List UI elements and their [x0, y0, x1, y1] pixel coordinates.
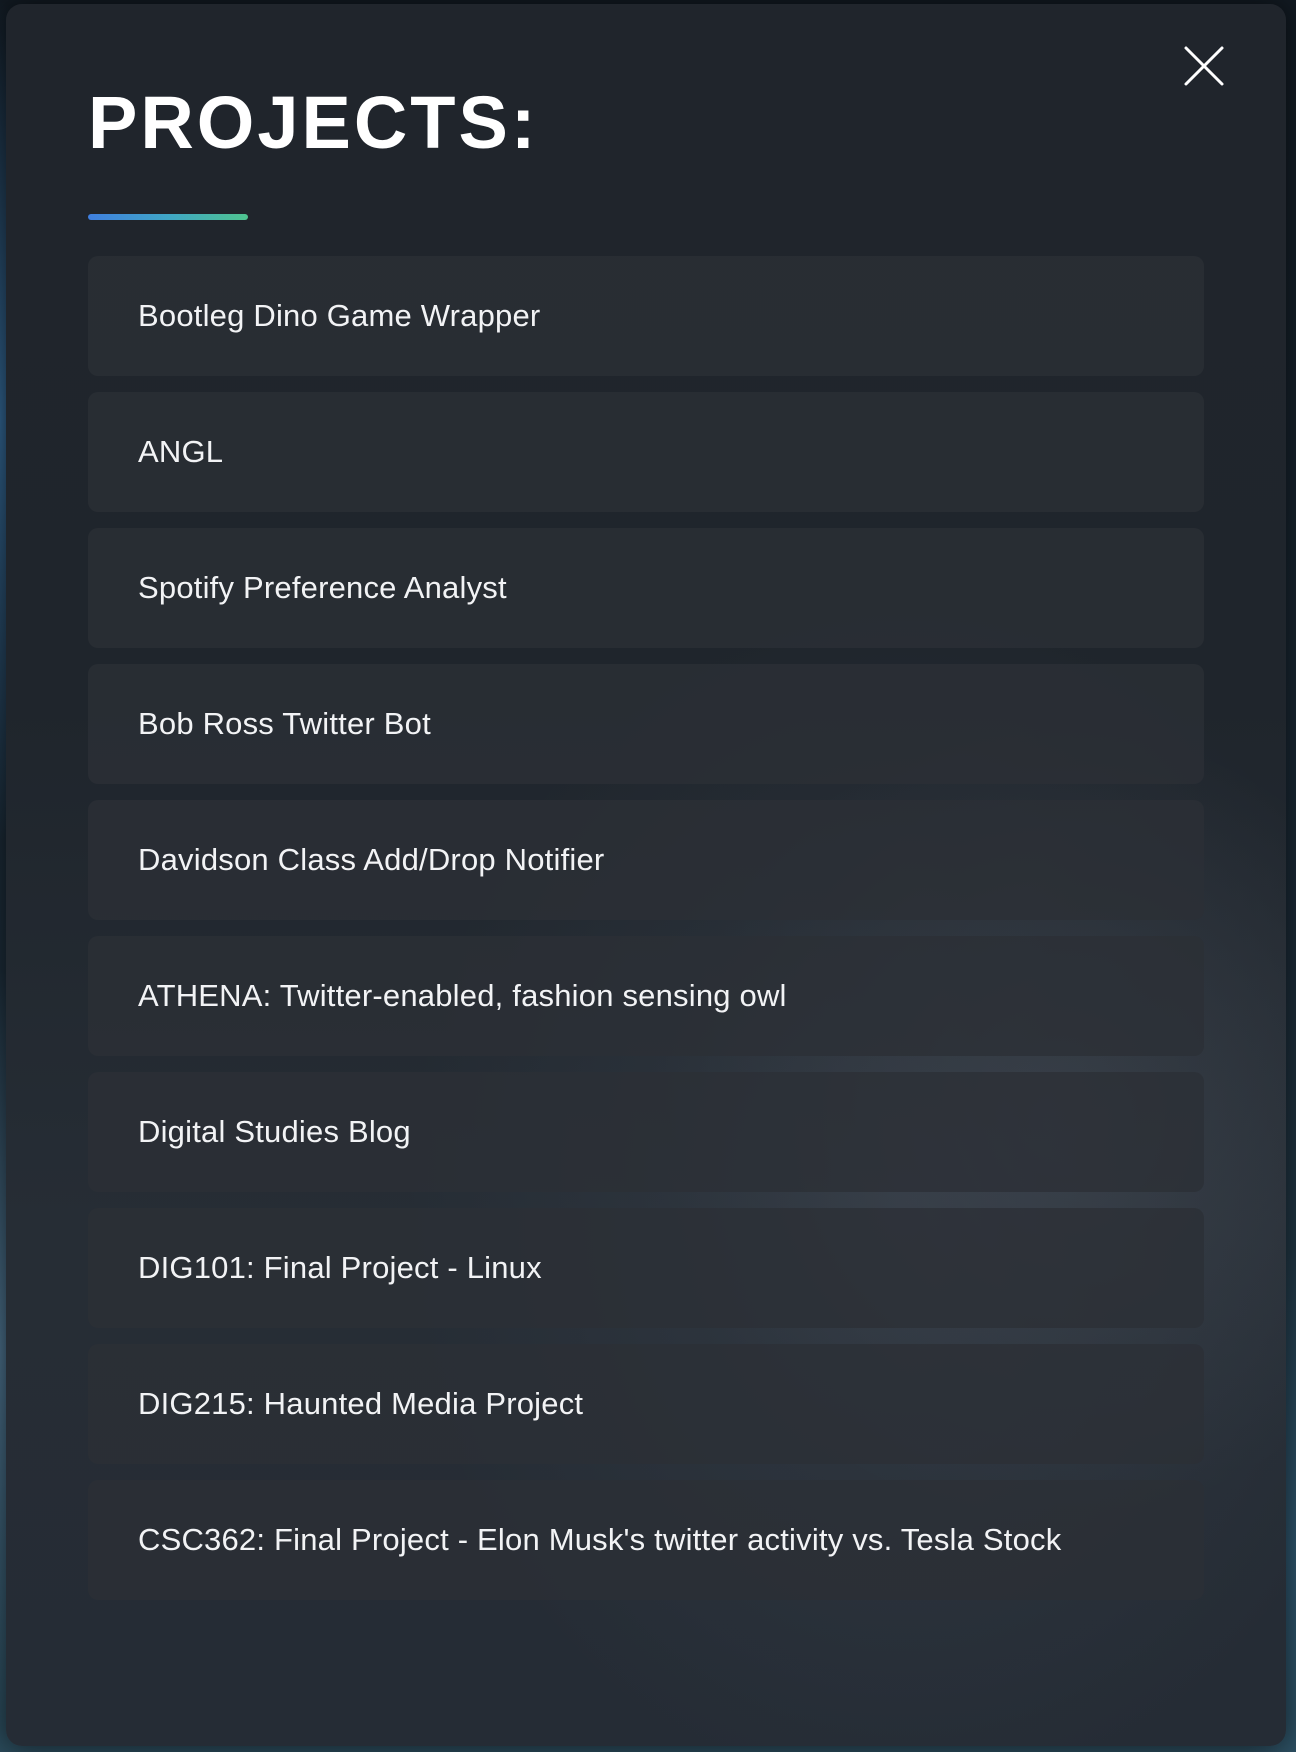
close-icon: [1184, 46, 1224, 86]
project-item-athena[interactable]: ATHENA: Twitter-enabled, fashion sensing…: [88, 936, 1204, 1056]
close-button[interactable]: [1182, 44, 1226, 88]
project-item-bootleg-dino-game-wrapper[interactable]: Bootleg Dino Game Wrapper: [88, 256, 1204, 376]
project-item-label: ATHENA: Twitter-enabled, fashion sensing…: [138, 978, 787, 1013]
project-list: Bootleg Dino Game Wrapper ANGL Spotify P…: [88, 256, 1204, 1616]
page-title: PROJECTS:: [88, 81, 539, 164]
project-item-dig101[interactable]: DIG101: Final Project - Linux: [88, 1208, 1204, 1328]
project-item-angl[interactable]: ANGL: [88, 392, 1204, 512]
project-item-bob-ross-twitter-bot[interactable]: Bob Ross Twitter Bot: [88, 664, 1204, 784]
project-item-label: Digital Studies Blog: [138, 1114, 411, 1149]
title-underline: [88, 214, 248, 220]
project-item-label: Davidson Class Add/Drop Notifier: [138, 842, 605, 877]
project-item-label: Bootleg Dino Game Wrapper: [138, 298, 541, 333]
project-item-label: ANGL: [138, 434, 224, 469]
projects-modal: PROJECTS: Bootleg Dino Game Wrapper ANGL…: [6, 4, 1286, 1746]
project-item-label: DIG101: Final Project - Linux: [138, 1250, 542, 1285]
project-item-label: Spotify Preference Analyst: [138, 570, 507, 605]
project-item-digital-studies-blog[interactable]: Digital Studies Blog: [88, 1072, 1204, 1192]
project-item-davidson-class-notifier[interactable]: Davidson Class Add/Drop Notifier: [88, 800, 1204, 920]
project-item-label: Bob Ross Twitter Bot: [138, 706, 431, 741]
project-item-label: CSC362: Final Project - Elon Musk's twit…: [138, 1522, 1062, 1557]
project-item-spotify-preference-analyst[interactable]: Spotify Preference Analyst: [88, 528, 1204, 648]
project-item-label: DIG215: Haunted Media Project: [138, 1386, 584, 1421]
project-item-csc362[interactable]: CSC362: Final Project - Elon Musk's twit…: [88, 1480, 1204, 1600]
project-item-dig215[interactable]: DIG215: Haunted Media Project: [88, 1344, 1204, 1464]
